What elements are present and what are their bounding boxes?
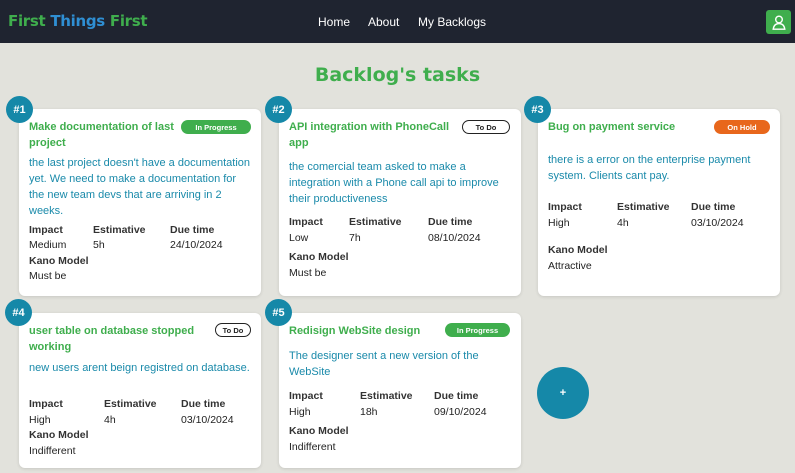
- estimative-label: Estimative: [104, 398, 157, 410]
- nav-about-link[interactable]: About: [368, 15, 399, 29]
- impact-value: High: [289, 406, 311, 418]
- estimative-label: Estimative: [617, 201, 670, 213]
- brand-word-2: Things: [50, 12, 105, 30]
- status-badge: To Do: [462, 120, 510, 134]
- task-description: the last project doesn't have a document…: [29, 157, 251, 217]
- task-description: The designer sent a new version of the W…: [289, 350, 479, 378]
- due-time-value: 03/10/2024: [181, 414, 234, 426]
- estimative-value: 4h: [104, 414, 116, 426]
- impact-label: Impact: [29, 224, 63, 236]
- task-title: Make documentation of last project: [29, 121, 174, 149]
- task-number-badge: #4: [5, 299, 32, 326]
- due-time-label: Due time: [691, 201, 736, 213]
- kano-model-value: Must be: [289, 267, 327, 279]
- page-title: Backlog's tasks: [314, 64, 481, 86]
- estimative-value: 7h: [349, 232, 361, 244]
- impact-label: Impact: [289, 390, 323, 402]
- estimative-value: 4h: [617, 217, 629, 229]
- impact-label: Impact: [548, 201, 582, 213]
- impact-value: Low: [289, 232, 309, 244]
- add-task-button[interactable]: +: [537, 367, 589, 419]
- status-badge: In Progress: [181, 120, 251, 134]
- due-time-value: 03/10/2024: [691, 217, 744, 229]
- impact-label: Impact: [289, 216, 323, 228]
- due-time-label: Due time: [181, 398, 226, 410]
- due-time-label: Due time: [434, 390, 479, 402]
- kano-model-label: Kano Model: [289, 425, 349, 437]
- estimative-value: 5h: [93, 239, 105, 251]
- task-description: the comercial team asked to make a integ…: [289, 161, 499, 205]
- task-number-badge: #2: [265, 96, 292, 123]
- impact-value: High: [29, 414, 51, 426]
- task-number-badge: #3: [524, 96, 551, 123]
- estimative-label: Estimative: [349, 216, 402, 228]
- status-badge: On Hold: [714, 120, 770, 134]
- task-number-badge: #5: [265, 299, 292, 326]
- estimative-label: Estimative: [360, 390, 413, 402]
- nav-home-link[interactable]: Home: [318, 15, 350, 29]
- kano-model-value: Must be: [29, 270, 67, 282]
- due-time-label: Due time: [428, 216, 473, 228]
- kano-model-label: Kano Model: [29, 255, 89, 267]
- task-title: Bug on payment service: [548, 121, 676, 133]
- due-time-value: 09/10/2024: [434, 406, 487, 418]
- nav-my-backlogs-link[interactable]: My Backlogs: [418, 15, 486, 29]
- task-description: there is a error on the enterprise payme…: [548, 154, 751, 182]
- estimative-label: Estimative: [93, 224, 146, 236]
- user-icon: [771, 15, 786, 30]
- kano-model-value: Indifferent: [289, 441, 336, 453]
- kano-model-value: Attractive: [548, 260, 592, 272]
- brand-word-1: First: [8, 12, 46, 30]
- estimative-value: 18h: [360, 406, 378, 418]
- task-description: new users arent beign registred on datab…: [29, 362, 250, 374]
- kano-model-label: Kano Model: [548, 244, 608, 256]
- due-time-value: 08/10/2024: [428, 232, 481, 244]
- kano-model-value: Indifferent: [29, 445, 76, 457]
- brand-logo[interactable]: First Things First: [8, 12, 148, 30]
- navbar: First Things First Home About My Backlog…: [0, 0, 795, 43]
- task-title: API integration with PhoneCall app: [289, 121, 450, 149]
- user-profile-button[interactable]: [766, 10, 791, 34]
- impact-value: Medium: [29, 239, 67, 251]
- due-time-value: 24/10/2024: [170, 239, 223, 251]
- kano-model-label: Kano Model: [289, 251, 349, 263]
- status-badge: To Do: [215, 323, 251, 337]
- due-time-label: Due time: [170, 224, 215, 236]
- status-badge: In Progress: [445, 323, 510, 337]
- impact-value: High: [548, 217, 570, 229]
- kano-model-label: Kano Model: [29, 429, 89, 441]
- brand-word-3: First: [109, 12, 148, 30]
- task-title: user table on database stopped working: [29, 325, 195, 353]
- impact-label: Impact: [29, 398, 63, 410]
- task-title: Redisign WebSite design: [289, 325, 421, 337]
